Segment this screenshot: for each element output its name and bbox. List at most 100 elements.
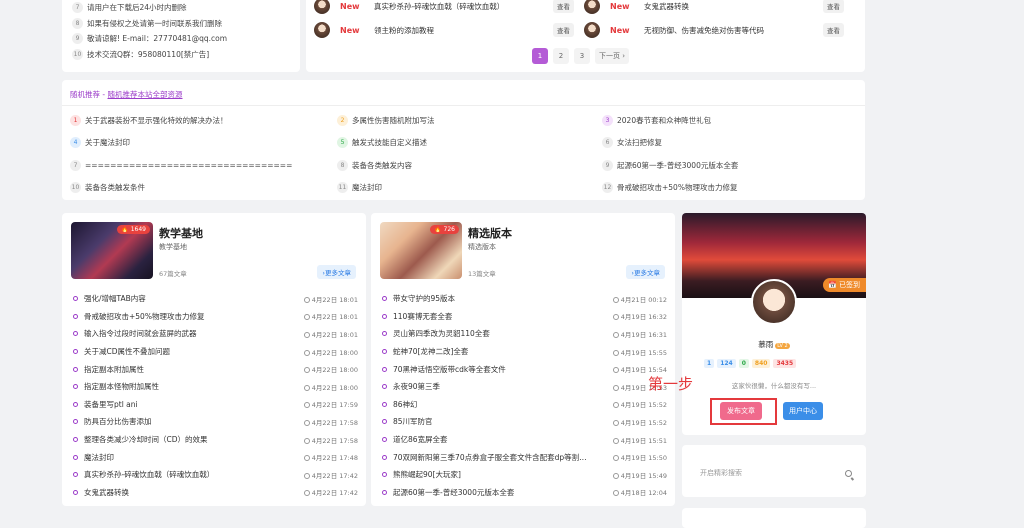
date-text: 4月22日 18:01 (311, 313, 358, 322)
page-button[interactable]: 3 (574, 48, 590, 64)
recommend-item[interactable]: 6 女法扫把修复 (602, 137, 662, 148)
list-item[interactable]: 永夜90第三季 4月19日 15:53 (382, 378, 667, 396)
article-title-link[interactable]: 蛇神70[龙神二改]全套 (393, 346, 613, 357)
recommend-item[interactable]: 5 触发式技能自定义描述 (337, 137, 427, 148)
search-input[interactable]: 开启精彩搜索 (691, 461, 856, 485)
article-title-link[interactable]: 指定副本附加属性 (84, 364, 304, 375)
post-title-link[interactable]: 女鬼武器转换 (644, 1, 823, 12)
list-item[interactable]: 70双网新阳第三季70点券盒子服全套文件含配套dp等割… 4月19日 15:50 (382, 448, 667, 466)
view-button[interactable]: 查看 (823, 23, 844, 37)
recommend-item[interactable]: 11 魔法封印 (337, 182, 382, 193)
list-item[interactable]: 带女守护的95版本 4月21日 00:12 (382, 290, 667, 308)
article-title-link[interactable]: 起源60第一季-曾经3000元版本全套 (393, 487, 613, 498)
list-item[interactable]: 85川军防官 4月19日 15:52 (382, 413, 667, 431)
list-item[interactable]: 魔法封印 4月22日 17:48 (73, 448, 358, 466)
list-item[interactable]: 指定副本附加属性 4月22日 18:00 (73, 360, 358, 378)
clock-icon (303, 384, 310, 391)
search-icon[interactable] (845, 470, 852, 477)
article-title-link[interactable]: 110赛博无套全套 (393, 311, 613, 322)
view-button[interactable]: 查看 (823, 0, 844, 13)
article-title-link[interactable]: 70黑神话悟空版带cdk等全套文件 (393, 364, 613, 375)
article-title-link[interactable]: 85川军防官 (393, 416, 613, 427)
article-title-link[interactable]: 魔法封印 (84, 452, 304, 463)
list-item[interactable]: 86神幻 4月19日 15:52 (382, 396, 667, 414)
notice-item[interactable]: 8 如果有侵权之处请第一时间联系我们删除 (72, 16, 290, 32)
view-button[interactable]: 查看 (553, 23, 574, 37)
recommend-item[interactable]: 3 2020春节套和众神降世礼包 (602, 115, 711, 126)
list-item[interactable]: 骨戒破招攻击+50%物理攻击力修复 4月22日 18:01 (73, 308, 358, 326)
list-item[interactable]: 蛇神70[龙神二改]全套 4月19日 15:55 (382, 343, 667, 361)
avatar[interactable] (584, 22, 600, 38)
avatar[interactable] (751, 279, 797, 325)
post-title-link[interactable]: 无视防御、伤害减免绝对伤害等代码 (644, 25, 823, 36)
recommend-item[interactable]: 4 关于魔法封印 (70, 137, 130, 148)
article-title-link[interactable]: 指定副本怪物附加属性 (84, 381, 304, 392)
list-item[interactable]: 起源60第一季-曾经3000元版本全套 4月18日 12:04 (382, 484, 667, 502)
list-item[interactable]: 真实秒杀孙-碎魂饮血戟（碎魂饮血戟） 4月22日 17:42 (73, 466, 358, 484)
list-item[interactable]: 防具百分比伤害添加 4月22日 17:58 (73, 413, 358, 431)
article-title-link[interactable]: 灵山第四季改为灵貂110全套 (393, 328, 613, 339)
list-item[interactable]: 道亿86宽屏全套 4月19日 15:51 (382, 431, 667, 449)
article-title-link[interactable]: 女鬼武器转换 (84, 487, 304, 498)
list-item[interactable]: 女鬼武器转换 4月22日 17:42 (73, 484, 358, 502)
post-title-link[interactable]: 领主粉的添加教程 (374, 25, 553, 36)
recommend-item[interactable]: 8 装备各类触发内容 (337, 160, 412, 171)
signed-badge[interactable]: 📅 已签到 (823, 278, 866, 292)
stat-badge[interactable]: 1 (704, 359, 715, 368)
recommend-item[interactable]: 9 起源60第一季-曾经3000元版本全套 (602, 160, 738, 171)
article-title-link[interactable]: 道亿86宽屏全套 (393, 434, 613, 445)
article-title-link[interactable]: 骨戒破招攻击+50%物理攻击力修复 (84, 311, 304, 322)
article-title-link[interactable]: 装备里写ptl ani (84, 399, 304, 410)
article-title-link[interactable]: 输入指令过段时间就会蓝屏的武器 (84, 328, 304, 339)
notice-item[interactable]: 7 请用户在下载后24小时内删除 (72, 0, 290, 16)
page-button[interactable]: 2 (553, 48, 569, 64)
notice-item[interactable]: 9 敬请谅解! E-mail：27770481@qq.com (72, 31, 290, 47)
stat-badge[interactable]: 3435 (773, 359, 797, 368)
recommend-item[interactable]: 1 关于武器装扮不显示强化特效的解决办法！ (70, 115, 228, 126)
stat-badge[interactable]: 0 (738, 359, 749, 368)
list-item[interactable]: 关于减CD属性不叠加问题 4月22日 18:00 (73, 343, 358, 361)
next-page-button[interactable]: 下一页 › (595, 48, 630, 64)
avatar[interactable] (584, 0, 600, 14)
article-title-link[interactable]: 永夜90第三季 (393, 381, 613, 392)
avatar[interactable] (314, 0, 330, 14)
article-title-link[interactable]: 带女守护的95版本 (393, 293, 613, 304)
list-item[interactable]: 熊熊崛起90[大玩家] 4月19日 15:49 (382, 466, 667, 484)
notice-item[interactable]: 10 技术交流Q群：958080110[禁广告] (72, 47, 290, 63)
stat-badge[interactable]: 124 (717, 359, 736, 368)
article-title-link[interactable]: 86神幻 (393, 399, 613, 410)
article-title-link[interactable]: 防具百分比伤害添加 (84, 416, 304, 427)
recommend-item[interactable]: 2 多属性伤害随机附加写法 (337, 115, 435, 126)
more-articles-button[interactable]: ›更多文章 (317, 265, 356, 279)
category-title[interactable]: 教学基地 (159, 225, 203, 241)
list-item[interactable]: 指定副本怪物附加属性 4月22日 18:00 (73, 378, 358, 396)
article-title-link[interactable]: 整理各类减少冷却时间（CD）的效果 (84, 434, 304, 445)
category-thumbnail[interactable]: 🔥 1649 (71, 222, 153, 279)
more-articles-button[interactable]: ›更多文章 (626, 265, 665, 279)
recommend-item[interactable]: 12 骨戒破招攻击+50%物理攻击力修复 (602, 182, 737, 193)
list-item[interactable]: 整理各类减少冷却时间（CD）的效果 4月22日 17:58 (73, 431, 358, 449)
category-thumbnail[interactable]: 🔥 726 (380, 222, 462, 279)
category-title[interactable]: 精选版本 (468, 225, 512, 241)
page-button[interactable]: 1 (532, 48, 548, 64)
view-button[interactable]: 查看 (553, 0, 574, 13)
article-title-link[interactable]: 70双网新阳第三季70点券盒子服全套文件含配套dp等割… (393, 452, 613, 463)
recommend-item[interactable]: 7 ================================= (70, 160, 292, 171)
article-title-link[interactable]: 真实秒杀孙-碎魂饮血戟（碎魂饮血戟） (84, 469, 304, 480)
list-item[interactable]: 70黑神话悟空版带cdk等全套文件 4月19日 15:54 (382, 360, 667, 378)
recommend-item[interactable]: 10 装备各类触发条件 (70, 182, 145, 193)
user-center-button[interactable]: 用户中心 (783, 402, 823, 420)
list-item[interactable]: 灵山第四季改为灵貂110全套 4月19日 16:31 (382, 325, 667, 343)
list-item[interactable]: 输入指令过段时间就会蓝屏的武器 4月22日 18:01 (73, 325, 358, 343)
list-item[interactable]: 110赛博无套全套 4月19日 16:32 (382, 308, 667, 326)
avatar[interactable] (314, 22, 330, 38)
stat-badge[interactable]: 840 (751, 359, 771, 368)
post-title-link[interactable]: 真实秒杀孙-碎魂饮血戟（碎魂饮血戟） (374, 1, 553, 12)
article-title-link[interactable]: 熊熊崛起90[大玩家] (393, 469, 613, 480)
username[interactable]: 慕雨 (758, 340, 773, 349)
recommend-all-link[interactable]: 随机推荐本站全部资源 (107, 90, 182, 99)
article-title-link[interactable]: 强化/增幅TAB内容 (84, 293, 304, 304)
article-title-link[interactable]: 关于减CD属性不叠加问题 (84, 346, 304, 357)
list-item[interactable]: 强化/增幅TAB内容 4月22日 18:01 (73, 290, 358, 308)
list-item[interactable]: 装备里写ptl ani 4月22日 17:59 (73, 396, 358, 414)
